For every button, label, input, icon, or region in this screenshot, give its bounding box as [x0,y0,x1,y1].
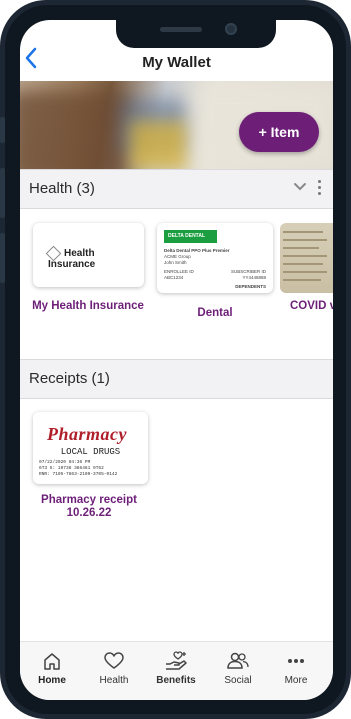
delta-dental-badge: DELTA DENTAL [164,230,217,243]
tab-home[interactable]: Home [22,650,82,686]
bottom-tab-bar: Home Health Benefits Social More [20,641,333,700]
page-title: My Wallet [142,54,211,71]
more-dots-icon [288,659,304,663]
home-icon [44,653,60,670]
card-label[interactable]: Dental [157,307,273,320]
card-label[interactable]: My Health Insurance [28,300,148,313]
kebab-menu-icon[interactable] [318,180,322,198]
add-item-button[interactable]: + Item [239,112,319,152]
tab-benefits[interactable]: Benefits [146,650,206,686]
pharmacy-receipt-card[interactable]: Pharmacy LOCAL DRUGS 07/22/2020 04:36 PM… [33,412,148,484]
section-title: Health (3) [29,180,95,197]
card-label[interactable]: COVID vac [290,300,333,313]
health-insurance-card[interactable]: Health Insurance [33,223,144,287]
phone-frame: My Wallet + Item Health (3) Health Insur… [0,0,351,719]
people-icon [227,652,249,669]
card-label[interactable]: Pharmacy receipt 10.26.22 [33,494,145,520]
tab-more[interactable]: More [266,650,326,686]
section-title: Receipts (1) [29,370,110,387]
chevron-down-icon[interactable] [294,179,306,195]
covid-vaccine-card[interactable] [280,223,333,293]
speaker [160,27,202,32]
dental-card[interactable]: DELTA DENTAL Delta Dental PPO Plus Premi… [157,223,273,293]
receipts-section-header[interactable]: Receipts (1) [20,359,333,399]
pharmacy-logo: Pharmacy [47,424,127,444]
health-section-header[interactable]: Health (3) [20,169,333,209]
heart-icon [104,652,124,669]
screen: My Wallet + Item Health (3) Health Insur… [20,20,333,700]
health-insurance-logo: Health Insurance [45,245,144,270]
tab-social[interactable]: Social [208,650,268,686]
hand-heart-icon [166,651,187,670]
app-header: My Wallet [20,47,333,81]
front-camera [225,23,237,35]
tab-health[interactable]: Health [84,650,144,686]
notch [116,20,276,48]
